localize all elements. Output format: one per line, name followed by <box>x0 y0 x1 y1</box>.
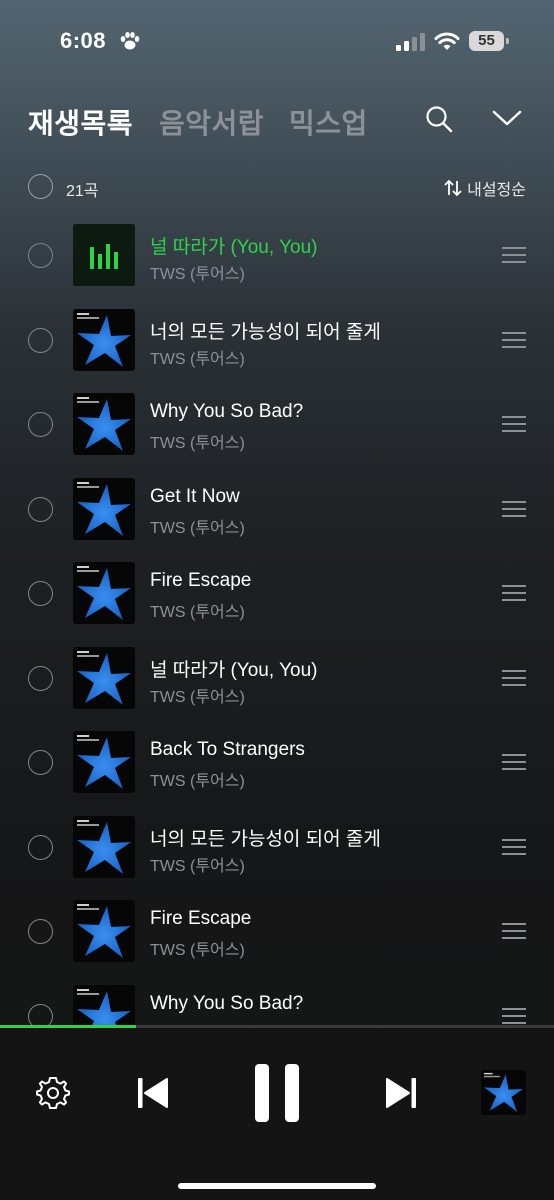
track-title: 널 따라가 (You, You) <box>150 237 318 258</box>
pause-icon[interactable] <box>253 1064 301 1122</box>
drag-handle-icon[interactable] <box>502 500 526 518</box>
tab-playlist[interactable]: 재생목록 <box>28 102 133 142</box>
next-track-icon[interactable] <box>384 1076 418 1110</box>
album-star-image <box>77 566 131 620</box>
album-star-image <box>77 819 131 874</box>
album-star-image <box>77 904 131 958</box>
track-select-checkbox[interactable] <box>28 496 53 522</box>
track-artist: TWS (투어스) <box>150 435 245 452</box>
track-row[interactable]: 너의 모든 가능성이 되어 줄게 TWS (투어스) <box>0 297 554 382</box>
track-select-checkbox[interactable] <box>28 750 53 775</box>
track-row[interactable]: Back To Strangers TWS (투어스) <box>0 719 554 804</box>
album-art-thumbnail <box>73 646 135 709</box>
drag-handle-icon[interactable] <box>502 246 526 264</box>
settings-gear-icon[interactable] <box>36 1076 70 1110</box>
sort-label: 내설정순 <box>467 182 526 199</box>
cellular-signal-icon <box>396 33 425 51</box>
sort-button[interactable]: 내설정순 <box>443 176 526 200</box>
album-art-thumbnail <box>73 900 135 962</box>
album-art-thumbnail <box>73 984 135 1028</box>
track-select-checkbox[interactable] <box>28 243 53 268</box>
equalizer-icon <box>73 224 135 286</box>
album-star-image <box>77 312 131 367</box>
track-artist: TWS (투어스) <box>150 773 245 790</box>
drag-handle-icon[interactable] <box>502 415 526 433</box>
track-select-checkbox[interactable] <box>28 919 53 944</box>
drag-handle-icon[interactable] <box>502 922 526 940</box>
track-row[interactable]: Get It Now TWS (투어스) <box>0 466 554 551</box>
drag-handle-icon[interactable] <box>502 1007 526 1025</box>
track-artist: TWS (투어스) <box>150 519 245 537</box>
track-row[interactable]: 너의 모든 가능성이 되어 줄게 TWS (투어스) <box>0 804 554 889</box>
drag-handle-icon[interactable] <box>502 669 526 687</box>
track-row[interactable]: 널 따라가 (You, You) TWS (투어스) <box>0 212 554 297</box>
mini-player <box>0 1028 554 1200</box>
track-row[interactable]: Why You So Bad?TWS (투어스) <box>0 973 554 1028</box>
track-select-checkbox[interactable] <box>28 412 53 437</box>
album-art-thumbnail <box>73 477 135 540</box>
drag-handle-icon[interactable] <box>502 584 526 602</box>
album-star-image <box>77 481 131 536</box>
track-artist: TWS (투어스) <box>150 266 245 283</box>
album-art-thumbnail <box>73 815 135 878</box>
search-icon[interactable] <box>424 104 454 134</box>
track-title: Fire Escape <box>150 908 252 929</box>
wifi-icon <box>434 32 460 50</box>
list-header: 21곡 내설정순 <box>0 170 554 204</box>
album-star-image <box>77 397 131 451</box>
track-select-checkbox[interactable] <box>28 665 53 691</box>
drag-handle-icon[interactable] <box>502 753 526 771</box>
battery-level: 55 <box>469 31 504 51</box>
chevron-down-icon[interactable] <box>492 108 522 128</box>
track-title: Fire Escape <box>150 570 252 591</box>
album-art-thumbnail <box>73 393 135 455</box>
now-playing-album-art[interactable] <box>481 1070 526 1115</box>
track-row[interactable]: Why You So Bad? TWS (투어스) <box>0 381 554 466</box>
battery-cap <box>506 38 509 44</box>
album-star-image <box>483 1072 524 1113</box>
track-artist: TWS (투어스) <box>150 604 245 621</box>
track-title: 너의 모든 가능성이 되어 줄게 <box>150 828 381 850</box>
track-row[interactable]: Fire Escape TWS (투어스) <box>0 888 554 973</box>
playlist-header: 재생목록 음악서랍 믹스업 <box>0 96 554 144</box>
track-title: 너의 모든 가능성이 되어 줄게 <box>150 321 381 343</box>
previous-track-icon[interactable] <box>136 1076 170 1110</box>
status-time: 6:08 <box>60 28 107 53</box>
paw-icon <box>120 32 140 50</box>
battery-indicator: 55 <box>469 31 509 51</box>
track-select-checkbox[interactable] <box>28 327 53 353</box>
sort-icon <box>444 179 462 197</box>
track-title: Get It Now <box>150 485 240 507</box>
tab-music-drawer[interactable]: 음악서랍 <box>159 102 264 142</box>
album-art-thumbnail <box>73 308 135 371</box>
album-star-image <box>77 988 131 1028</box>
track-row[interactable]: 널 따라가 (You, You) TWS (투어스) <box>0 635 554 720</box>
tab-mixup[interactable]: 믹스업 <box>289 102 368 142</box>
track-artist: TWS (투어스) <box>150 942 245 959</box>
track-artist: TWS (투어스) <box>150 350 245 368</box>
track-artist: TWS (투어스) <box>150 857 245 875</box>
album-star-image <box>77 735 131 789</box>
track-select-checkbox[interactable] <box>28 834 53 860</box>
track-select-checkbox[interactable] <box>28 581 53 606</box>
select-all-checkbox[interactable] <box>28 174 53 199</box>
album-art-thumbnail <box>73 731 135 793</box>
album-art-thumbnail <box>73 562 135 624</box>
track-title: Back To Strangers <box>150 739 305 760</box>
track-list: 널 따라가 (You, You) TWS (투어스) 너의 모든 가능성이 되어 줄… <box>0 212 554 1028</box>
status-bar: 6:08 55 <box>0 0 554 84</box>
drag-handle-icon[interactable] <box>502 331 526 349</box>
album-art-thumbnail <box>73 224 135 286</box>
track-artist: TWS (투어스) <box>150 688 245 706</box>
track-title: Why You So Bad? <box>150 992 304 1014</box>
track-count: 21곡 <box>66 183 99 200</box>
drag-handle-icon[interactable] <box>502 838 526 856</box>
album-star-image <box>77 650 131 705</box>
home-indicator[interactable] <box>178 1183 376 1189</box>
track-title: Why You So Bad? <box>150 401 304 422</box>
track-row[interactable]: Fire Escape TWS (투어스) <box>0 550 554 635</box>
track-title: 널 따라가 (You, You) <box>150 659 318 681</box>
